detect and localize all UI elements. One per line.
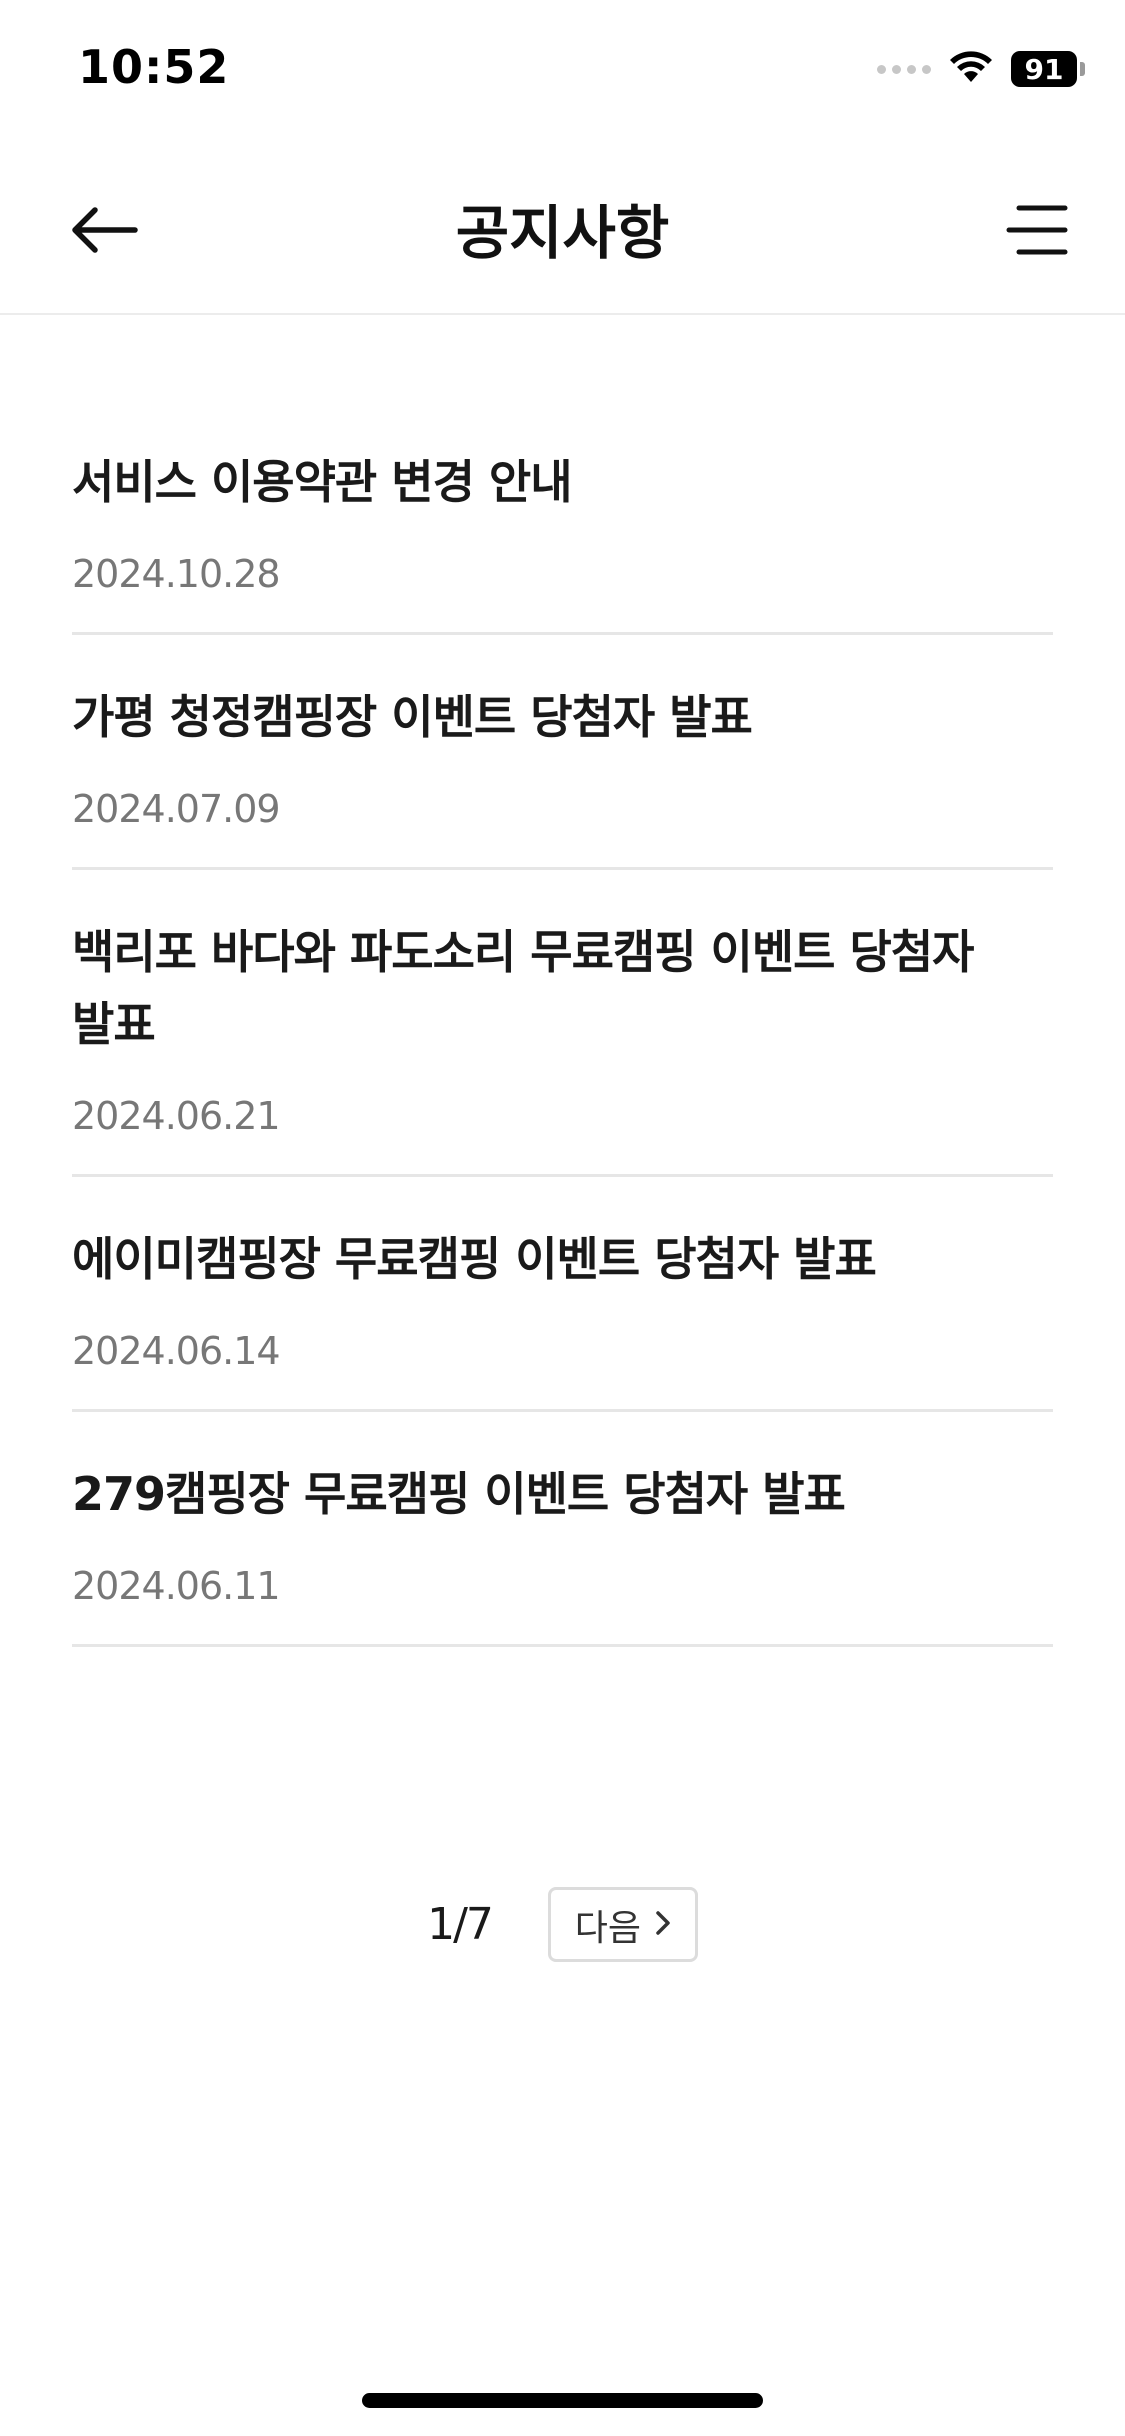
notice-title: 가평 청정캠핑장 이벤트 당첨자 발표 xyxy=(72,690,753,744)
battery-level: 91 xyxy=(1011,51,1077,87)
notice-title: 에이미캠핑장 무료캠핑 이벤트 당첨자 발표 xyxy=(72,1232,877,1286)
notice-list: 서비스 이용약관 변경 안내 2024.10.28 가평 청정캠핑장 이벤트 당… xyxy=(72,400,1053,1647)
notice-date: 2024.06.11 xyxy=(72,1564,281,1608)
list-item[interactable]: 에이미캠핑장 무료캠핑 이벤트 당첨자 발표 2024.06.14 xyxy=(72,1177,1053,1412)
notice-date: 2024.06.14 xyxy=(72,1329,281,1373)
next-button-label: 다음 xyxy=(574,1907,642,1949)
status-icons: 91 xyxy=(877,44,1085,94)
home-indicator[interactable] xyxy=(362,2393,763,2408)
page-title: 공지사항 xyxy=(455,199,670,267)
list-item[interactable]: 서비스 이용약관 변경 안내 2024.10.28 xyxy=(72,400,1053,635)
list-item[interactable]: 279캠핑장 무료캠핑 이벤트 당첨자 발표 2024.06.11 xyxy=(72,1412,1053,1647)
battery-icon: 91 xyxy=(1011,51,1085,87)
list-item[interactable]: 백리포 바다와 파도소리 무료캠핑 이벤트 당첨자 발표 2024.06.21 xyxy=(72,870,1053,1177)
menu-button[interactable] xyxy=(997,192,1077,272)
list-item[interactable]: 가평 청정캠핑장 이벤트 당첨자 발표 2024.07.09 xyxy=(72,635,1053,870)
wifi-icon xyxy=(949,50,993,88)
notice-title: 279캠핑장 무료캠핑 이벤트 당첨자 발표 xyxy=(72,1467,846,1521)
next-page-button[interactable]: 다음 xyxy=(547,1887,698,1962)
page-indicator: 1/7 xyxy=(427,1899,494,1950)
notice-date: 2024.06.21 xyxy=(72,1094,281,1138)
status-time: 10:52 xyxy=(78,40,230,94)
pagination: 1/7 다음 xyxy=(0,1887,1125,1962)
notice-date: 2024.10.28 xyxy=(72,552,281,596)
app-header: 공지사항 xyxy=(0,140,1125,315)
status-bar: 10:52 91 xyxy=(0,0,1125,140)
cellular-signal-icon xyxy=(877,64,931,74)
notice-date: 2024.07.09 xyxy=(72,787,281,831)
chevron-right-icon xyxy=(655,1904,671,1945)
notice-title: 서비스 이용약관 변경 안내 xyxy=(72,455,573,509)
notice-title: 백리포 바다와 파도소리 무료캠핑 이벤트 당첨자 발표 xyxy=(72,925,974,1051)
menu-icon xyxy=(1005,203,1069,261)
